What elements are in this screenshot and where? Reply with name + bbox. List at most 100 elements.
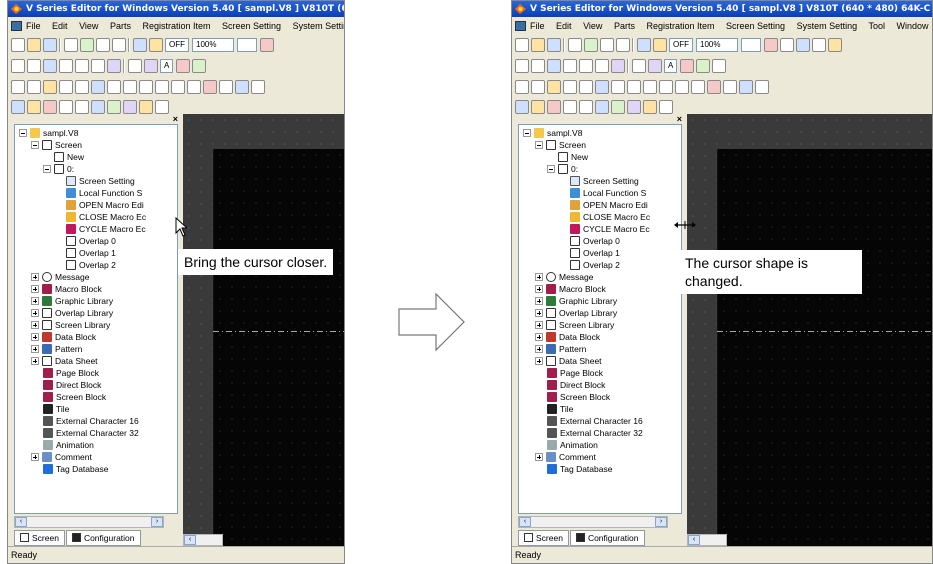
- expand-icon[interactable]: [31, 284, 39, 293]
- monitor-icon[interactable]: [584, 38, 598, 52]
- screen-icon[interactable]: [515, 100, 529, 114]
- tree-item-page-block[interactable]: Page Block: [547, 367, 603, 379]
- preview-icon[interactable]: [653, 38, 667, 52]
- print-icon[interactable]: [112, 38, 126, 52]
- project-tree[interactable]: sampl.V8 Screen New 0: Screen Setting Lo…: [518, 124, 682, 514]
- sheet-icon[interactable]: [91, 100, 105, 114]
- scroll-right-button[interactable]: ›: [151, 517, 163, 527]
- expand-icon[interactable]: [535, 356, 543, 365]
- align-icon[interactable]: [595, 80, 609, 94]
- redo-icon[interactable]: [723, 80, 737, 94]
- line-style-icon[interactable]: [712, 59, 727, 73]
- tree-item-screen[interactable]: Screen: [31, 139, 82, 151]
- message-icon[interactable]: [563, 100, 577, 114]
- tree-item-tile[interactable]: Tile: [43, 403, 69, 415]
- expand-icon[interactable]: [535, 296, 543, 305]
- menu-system-setting[interactable]: System Setting: [797, 21, 858, 31]
- screen-area[interactable]: [213, 149, 344, 546]
- save-icon[interactable]: [43, 38, 57, 52]
- back-icon[interactable]: [627, 80, 641, 94]
- group-icon[interactable]: [563, 80, 577, 94]
- line-icon[interactable]: [11, 59, 25, 73]
- zoom-select-2[interactable]: [741, 38, 761, 52]
- tree-item-pattern[interactable]: Pattern: [535, 343, 586, 355]
- list-icon[interactable]: [812, 38, 826, 52]
- menu-tool[interactable]: Tool: [868, 21, 885, 31]
- menu-screen-setting[interactable]: Screen Setting: [726, 21, 785, 31]
- align-icon[interactable]: [91, 80, 105, 94]
- network-icon[interactable]: [659, 100, 673, 114]
- help-icon[interactable]: [828, 38, 842, 52]
- menu-system-setting[interactable]: System Setting: [293, 21, 344, 31]
- tree-item-local-function[interactable]: Local Function S: [66, 187, 142, 199]
- ungroup-icon[interactable]: [579, 80, 593, 94]
- menu-file[interactable]: File: [530, 21, 545, 31]
- table-icon[interactable]: [796, 38, 810, 52]
- menu-parts[interactable]: Parts: [614, 21, 635, 31]
- graphic-icon[interactable]: [627, 100, 641, 114]
- tree-item-data-sheet[interactable]: Data Sheet: [31, 355, 98, 367]
- cut-tool-icon[interactable]: [11, 80, 25, 94]
- scroll-right-button[interactable]: ›: [655, 517, 667, 527]
- tree-item-screen-setting[interactable]: Screen Setting: [66, 175, 135, 187]
- arrow-left-icon[interactable]: [764, 38, 778, 52]
- rotate-icon[interactable]: [155, 80, 169, 94]
- tree-item-local-function[interactable]: Local Function S: [570, 187, 646, 199]
- library-icon[interactable]: [27, 100, 41, 114]
- collapse-icon[interactable]: [43, 164, 51, 173]
- expand-icon[interactable]: [31, 356, 39, 365]
- open-folder-icon[interactable]: [27, 38, 41, 52]
- print-icon[interactable]: [616, 38, 630, 52]
- expand-icon[interactable]: [31, 296, 39, 305]
- tree-item-pattern[interactable]: Pattern: [31, 343, 82, 355]
- zoom-icon[interactable]: [133, 38, 147, 52]
- tree-item-comment[interactable]: Comment: [535, 451, 596, 463]
- pane-close-button[interactable]: ×: [173, 114, 178, 124]
- editor-canvas[interactable]: ‹: [687, 114, 932, 546]
- tree-item-page-block[interactable]: Page Block: [43, 367, 99, 379]
- snap-icon[interactable]: [691, 80, 705, 94]
- grid-icon[interactable]: [171, 80, 185, 94]
- tree-item-overlap-2[interactable]: Overlap 2: [570, 259, 620, 271]
- dot-icon[interactable]: [75, 59, 89, 73]
- tree-item-overlap-1[interactable]: Overlap 1: [66, 247, 116, 259]
- network-icon[interactable]: [155, 100, 169, 114]
- tree-item-screen-library[interactable]: Screen Library: [535, 319, 614, 331]
- undo-icon[interactable]: [707, 80, 721, 94]
- menu-file[interactable]: File: [26, 21, 41, 31]
- document-icon[interactable]: [11, 21, 22, 31]
- grid-icon[interactable]: [675, 80, 689, 94]
- collapse-icon[interactable]: [523, 128, 531, 137]
- tree-item-close-macro[interactable]: CLOSE Macro Ec: [570, 211, 650, 223]
- mirror-icon[interactable]: [643, 80, 657, 94]
- tree-item-macro-block[interactable]: Macro Block: [535, 283, 606, 295]
- tree-item-screen-block[interactable]: Screen Block: [547, 391, 610, 403]
- tab-configuration[interactable]: Configuration: [65, 530, 141, 546]
- tree-item-direct-block[interactable]: Direct Block: [43, 379, 101, 391]
- tree-item-new[interactable]: New: [558, 151, 588, 163]
- dot-icon-2[interactable]: [595, 59, 609, 73]
- pointer-icon[interactable]: [235, 80, 249, 94]
- circle-icon[interactable]: [547, 59, 561, 73]
- tree-horizontal-scrollbar[interactable]: ‹ ›: [518, 516, 668, 528]
- fill-icon[interactable]: [696, 59, 711, 73]
- scroll-left-button[interactable]: ‹: [184, 535, 196, 545]
- expand-icon[interactable]: [535, 272, 543, 281]
- tree-item-tag-database[interactable]: Tag Database: [43, 463, 108, 475]
- tree-horizontal-scrollbar[interactable]: ‹ ›: [14, 516, 164, 528]
- color-icon[interactable]: [176, 59, 191, 73]
- scroll-left-button[interactable]: ‹: [688, 535, 700, 545]
- tree-item-direct-block[interactable]: Direct Block: [547, 379, 605, 391]
- expand-icon[interactable]: [535, 332, 543, 341]
- expand-icon[interactable]: [31, 320, 39, 329]
- alarm-icon[interactable]: [139, 100, 153, 114]
- project-tree[interactable]: sampl.V8 Screen New 0: Screen Setting Lo…: [14, 124, 178, 514]
- polyline-icon[interactable]: [563, 59, 577, 73]
- tree-item-open-macro[interactable]: OPEN Macro Edi: [570, 199, 648, 211]
- dot-icon-2[interactable]: [91, 59, 105, 73]
- graphic-icon[interactable]: [123, 100, 137, 114]
- editor-canvas[interactable]: ‹: [183, 114, 344, 546]
- tree-item-external-character-32[interactable]: External Character 32: [547, 427, 643, 439]
- menu-view[interactable]: View: [79, 21, 98, 31]
- rectangle-icon[interactable]: [27, 59, 41, 73]
